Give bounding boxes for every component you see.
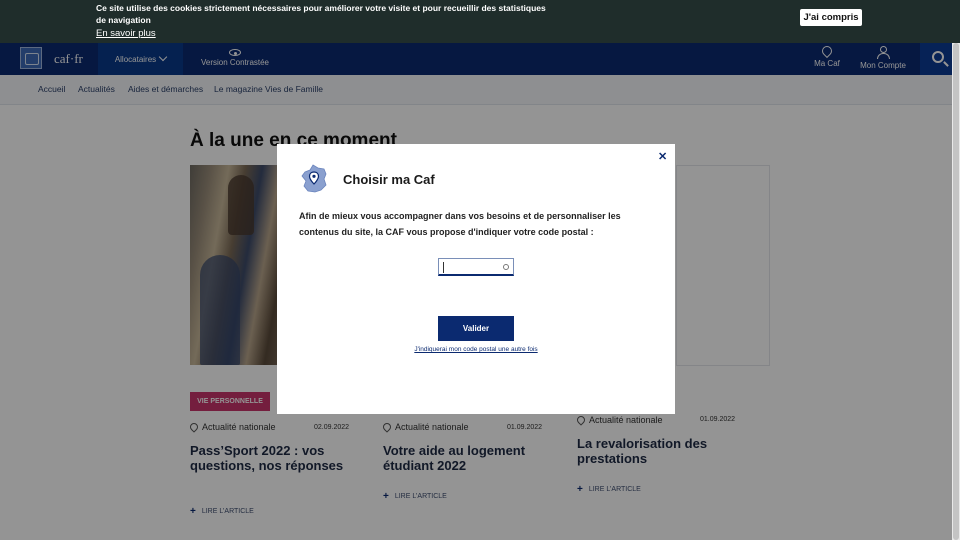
text-cursor [443,262,444,273]
cookie-message: Ce site utilise des cookies strictement … [96,3,546,25]
page-scrollbar[interactable] [952,43,960,540]
dialog-description: Afin de mieux vous accompagner dans vos … [299,211,621,237]
choose-caf-dialog: ✕ Choisir ma Caf Afin de mieux vous acco… [277,144,675,414]
cookie-more-link[interactable]: En savoir plus [96,28,156,39]
dialog-title: Choisir ma Caf [343,172,435,187]
locate-icon[interactable] [503,264,509,270]
postal-code-input[interactable] [438,258,514,276]
skip-postal-code-link[interactable]: J'indiquerai mon code postal une autre f… [277,346,675,353]
close-icon[interactable]: ✕ [658,150,667,163]
cookie-banner: Ce site utilise des cookies strictement … [0,0,960,43]
validate-button[interactable]: Valider [438,316,514,341]
scrollbar-thumb[interactable] [953,43,959,540]
cookie-accept-button[interactable]: J'ai compris [800,9,862,26]
france-map-icon [301,164,327,193]
